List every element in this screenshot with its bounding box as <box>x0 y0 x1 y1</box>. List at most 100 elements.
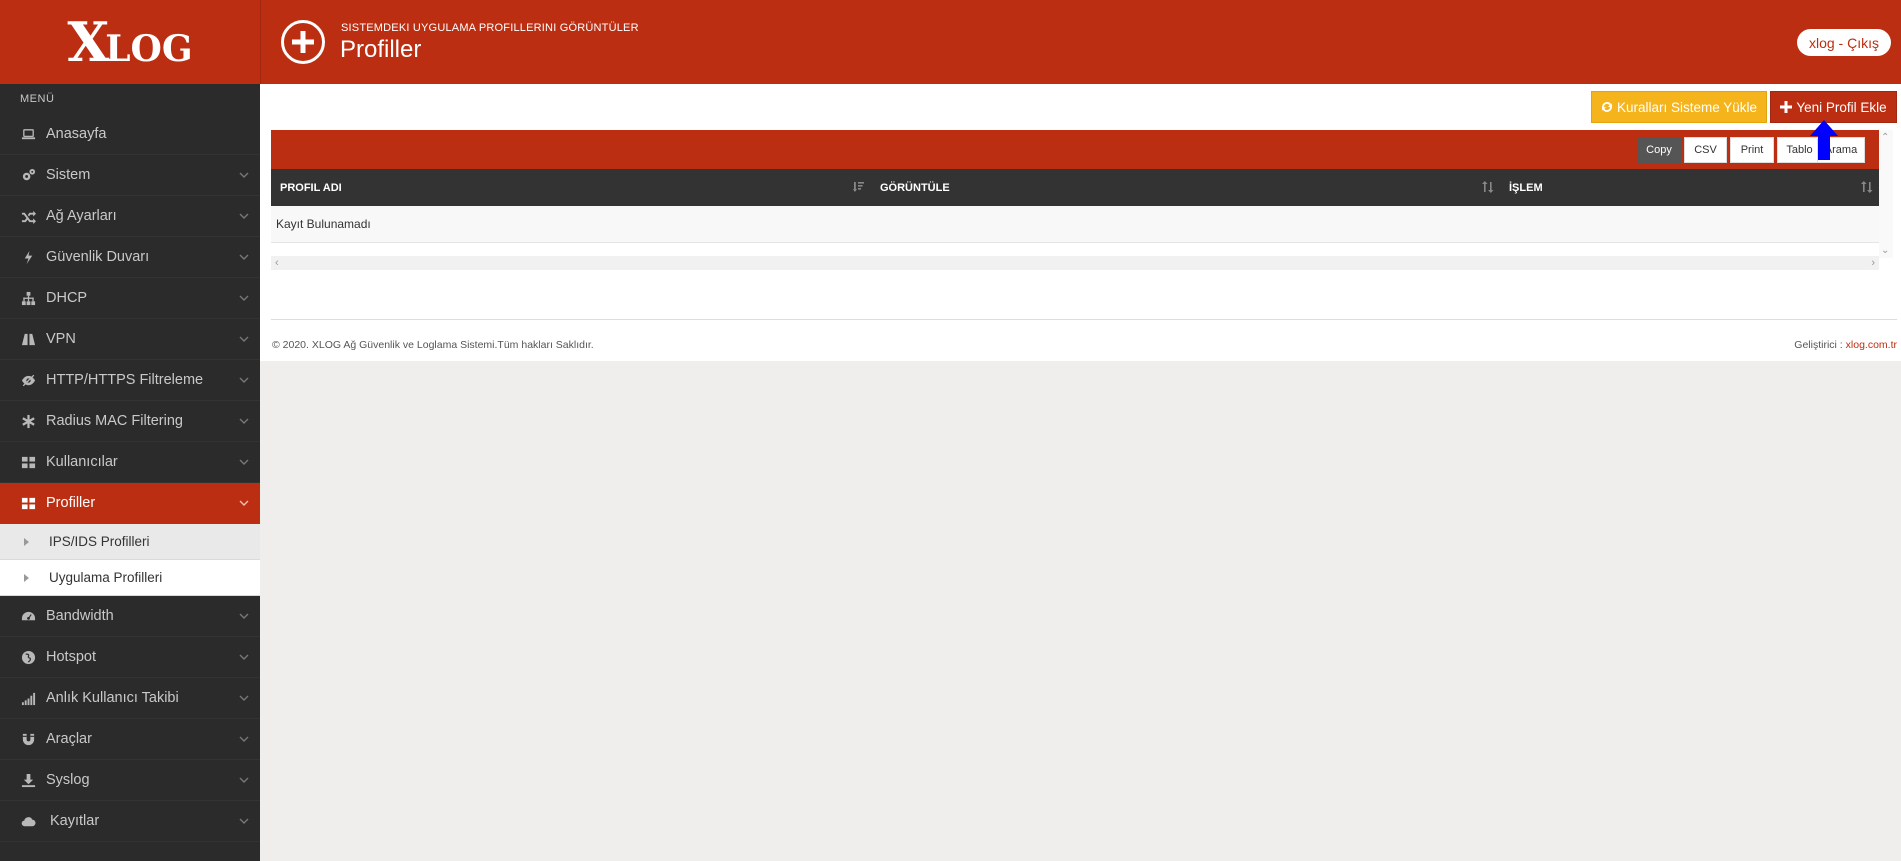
scroll-down-icon[interactable]: ⌄ <box>1881 245 1889 256</box>
sidebar-item-label: Hotspot <box>46 649 96 665</box>
download-icon <box>20 772 36 788</box>
plus-circle-icon <box>281 20 325 64</box>
chevron-down-icon <box>238 456 250 468</box>
scroll-up-icon[interactable]: ⌃ <box>1881 132 1889 143</box>
random-icon <box>20 208 36 224</box>
sidebar-item-http-filtreleme[interactable]: HTTP/HTTPS Filtreleme <box>0 360 260 401</box>
laptop-icon <box>20 126 36 142</box>
table-toolbar: Copy CSV Print Tablo Arama <box>271 130 1879 169</box>
sidebar-item-vpn[interactable]: VPN <box>0 319 260 360</box>
cloud-icon <box>20 813 36 829</box>
chevron-down-icon <box>238 610 250 622</box>
copy-button[interactable]: Copy <box>1637 137 1681 163</box>
sort-desc-icon[interactable] <box>853 181 865 193</box>
column-header-islem[interactable]: İŞLEM <box>1509 169 1543 206</box>
caret-right-icon <box>24 573 29 582</box>
sitemap-icon <box>20 290 36 306</box>
cogs-icon <box>20 167 36 183</box>
footer-developer-link[interactable]: xlog.com.tr <box>1846 339 1897 351</box>
globe-icon <box>20 649 36 665</box>
refresh-icon <box>1601 102 1612 112</box>
logo-text: LOG <box>105 28 193 70</box>
new-profile-button[interactable]: Yeni Profil Ekle <box>1770 91 1897 123</box>
scroll-right-icon[interactable]: › <box>1871 257 1875 269</box>
signal-icon <box>20 690 36 706</box>
chevron-down-icon <box>238 374 250 386</box>
sidebar-item-label: DHCP <box>46 290 88 306</box>
chevron-down-icon <box>238 415 250 427</box>
sort-icon[interactable] <box>1482 181 1494 193</box>
sidebar-item-label: Anasayfa <box>46 126 107 142</box>
chevron-down-icon <box>238 292 250 304</box>
sync-rules-label: Kuralları Sisteme Yükle <box>1616 99 1758 115</box>
sidebar-item-label: Kullanıcılar <box>46 454 118 470</box>
sidebar-item-label: VPN <box>46 331 76 347</box>
sidebar-subitem-uygulama[interactable]: Uygulama Profilleri <box>0 560 260 596</box>
chevron-down-icon <box>238 815 250 827</box>
sidebar-item-label: Syslog <box>46 772 90 788</box>
chevron-down-icon <box>238 169 250 181</box>
logo-x: X <box>67 10 110 74</box>
footer-divider <box>271 319 1897 320</box>
csv-button[interactable]: CSV <box>1684 137 1727 163</box>
sidebar-item-kullanicilar[interactable]: Kullanıcılar <box>0 442 260 483</box>
column-header-profil-adi[interactable]: PROFIL ADI <box>280 169 342 206</box>
sidebar-subitem-label: IPS/IDS Profilleri <box>49 534 150 549</box>
sidebar-item-ag-ayarlari[interactable]: Ağ Ayarları <box>0 196 260 237</box>
sidebar-item-hotspot[interactable]: Hotspot <box>0 637 260 678</box>
sort-icon[interactable] <box>1861 181 1873 193</box>
scroll-left-icon[interactable]: ‹ <box>275 257 279 269</box>
chevron-down-icon <box>238 692 250 704</box>
sidebar-item-label: Güvenlik Duvarı <box>46 249 150 265</box>
sidebar-item-sistem[interactable]: Sistem <box>0 155 260 196</box>
sidebar-item-label: Sistem <box>46 167 91 183</box>
sidebar-item-profiller[interactable]: Profiller <box>0 483 260 524</box>
caret-right-icon <box>24 537 29 546</box>
menu-header: MENÜ <box>20 93 55 105</box>
sidebar-subitem-ips-ids[interactable]: IPS/IDS Profilleri <box>0 524 260 560</box>
logout-button[interactable]: xlog - Çıkış <box>1796 29 1891 56</box>
print-button[interactable]: Print <box>1730 137 1774 163</box>
arrow-up-icon <box>1810 120 1838 160</box>
chevron-down-icon <box>238 333 250 345</box>
page-subtitle: SISTEMDEKI UYGULAMA PROFILLERINI GÖRÜNTÜ… <box>341 22 639 34</box>
profiles-table-panel: Copy CSV Print Tablo Arama PROFIL ADI GÖ… <box>271 130 1893 278</box>
sidebar-item-label: Radius MAC Filtering <box>46 413 183 429</box>
page-header: SISTEMDEKI UYGULAMA PROFILLERINI GÖRÜNTÜ… <box>260 0 1901 84</box>
footer-developer-label: Geliştirici : <box>1794 339 1846 351</box>
sidebar-item-label: Araçlar <box>46 731 92 747</box>
magnet-icon <box>20 731 36 747</box>
th-large-icon <box>20 495 36 511</box>
sidebar-item-guvenlik-duvari[interactable]: Güvenlik Duvarı <box>0 237 260 278</box>
sidebar-item-dhcp[interactable]: DHCP <box>0 278 260 319</box>
new-profile-label: Yeni Profil Ekle <box>1796 99 1887 115</box>
sidebar-item-anlik-kullanici[interactable]: Anlık Kullanıcı Takibi <box>0 678 260 719</box>
sidebar-item-label: Kayıtlar <box>50 813 100 829</box>
sidebar-item-label: HTTP/HTTPS Filtreleme <box>46 372 204 388</box>
th-large-icon <box>20 454 36 470</box>
sidebar-item-araclar[interactable]: Araçlar <box>0 719 260 760</box>
sidebar-item-label: Bandwidth <box>46 608 114 624</box>
chevron-down-icon <box>238 774 250 786</box>
footer-copyright: © 2020. XLOG Ağ Güvenlik ve Loglama Sist… <box>272 339 594 351</box>
sidebar-item-radius-mac[interactable]: Radius MAC Filtering <box>0 401 260 442</box>
sync-rules-button[interactable]: Kuralları Sisteme Yükle <box>1591 91 1767 123</box>
chevron-down-icon <box>238 497 250 509</box>
sidebar-item-anasayfa[interactable]: Anasayfa <box>0 114 260 155</box>
logo-area: X LOG <box>0 0 260 84</box>
vertical-scrollbar[interactable]: ⌃ ⌄ <box>1879 130 1893 258</box>
sidebar-item-syslog[interactable]: Syslog <box>0 760 260 801</box>
sidebar-item-kayitlar[interactable]: Kayıtlar <box>0 801 260 842</box>
asterisk-icon <box>20 413 36 429</box>
plus-icon <box>1780 101 1793 113</box>
chevron-down-icon <box>238 651 250 663</box>
empty-table-message: Kayıt Bulunamadı <box>271 206 1879 243</box>
column-header-goruntule[interactable]: GÖRÜNTÜLE <box>880 169 950 206</box>
sidebar-item-bandwidth[interactable]: Bandwidth <box>0 596 260 637</box>
logo[interactable]: X LOG <box>67 15 192 69</box>
horizontal-scrollbar[interactable]: ‹ › <box>271 256 1879 270</box>
page-title: Profiller <box>340 36 422 63</box>
bolt-icon <box>20 249 36 265</box>
sidebar-subitem-label: Uygulama Profilleri <box>49 570 163 585</box>
road-icon <box>20 331 36 347</box>
